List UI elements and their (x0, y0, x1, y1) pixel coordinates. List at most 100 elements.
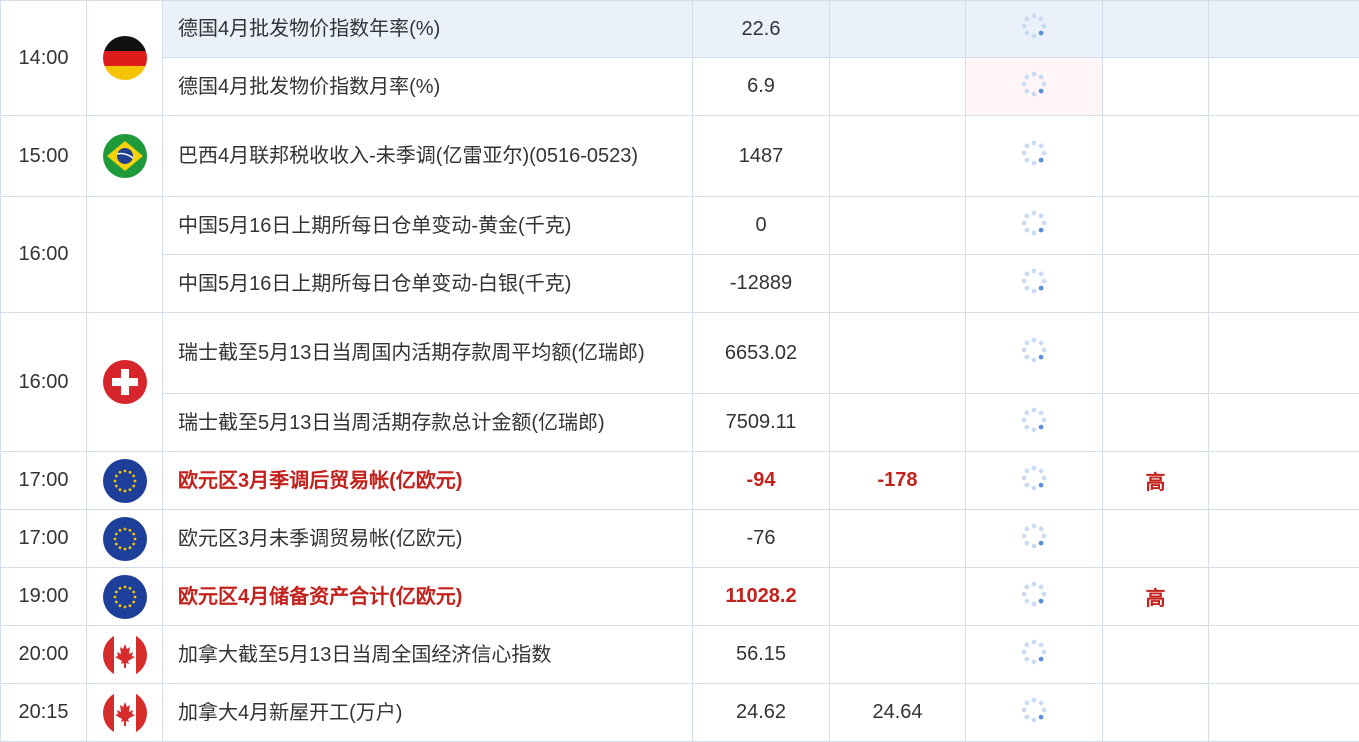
time-cell: 20:00 (1, 626, 87, 684)
extra-cell (1209, 394, 1359, 452)
extra-cell (1209, 116, 1359, 197)
event-name[interactable]: 加拿大截至5月13日当周全国经济信心指数 (163, 626, 693, 684)
importance-cell (1103, 255, 1209, 313)
event-name[interactable]: 欧元区3月季调后贸易帐(亿欧元) (163, 452, 693, 510)
table-row[interactable]: 14:00 德国4月批发物价指数年率(%) 22.6 (1, 1, 1359, 58)
table-row[interactable]: 15:00 巴西4月联邦税收收入-未季调(亿雷亚尔)(0516-0523) 14… (1, 116, 1359, 197)
event-name[interactable]: 巴西4月联邦税收收入-未季调(亿雷亚尔)(0516-0523) (163, 116, 693, 197)
event-name[interactable]: 欧元区3月未季调贸易帐(亿欧元) (163, 510, 693, 568)
time-cell: 20:15 (1, 684, 87, 742)
table-row[interactable]: 19:00 欧元区4月储备资产合计(亿欧元) 11028.2 高 (1, 568, 1359, 626)
time-cell: 19:00 (1, 568, 87, 626)
extra-cell (1209, 626, 1359, 684)
flag-cell (87, 197, 163, 313)
importance-cell (1103, 510, 1209, 568)
actual-value-cell (966, 255, 1103, 313)
extra-cell (1209, 313, 1359, 394)
event-name[interactable]: 瑞士截至5月13日当周国内活期存款周平均额(亿瑞郎) (163, 313, 693, 394)
forecast-value (830, 255, 966, 313)
time-cell: 17:00 (1, 452, 87, 510)
extra-cell (1209, 568, 1359, 626)
event-name[interactable]: 瑞士截至5月13日当周活期存款总计金额(亿瑞郎) (163, 394, 693, 452)
event-name[interactable]: 德国4月批发物价指数年率(%) (163, 1, 693, 58)
previous-value: 6.9 (693, 58, 830, 116)
loading-spinner-icon (1020, 336, 1048, 370)
loading-spinner-icon (1020, 267, 1048, 301)
table-row[interactable]: 瑞士截至5月13日当周活期存款总计金额(亿瑞郎) 7509.11 (1, 394, 1359, 452)
previous-value: -76 (693, 510, 830, 568)
flag-cell (87, 116, 163, 197)
forecast-value (830, 313, 966, 394)
forecast-value (830, 626, 966, 684)
previous-value: 0 (693, 197, 830, 255)
importance-badge: 高 (1103, 568, 1209, 626)
flag-cell (87, 1, 163, 116)
table-row[interactable]: 17:00 欧元区3月未季调贸易帐(亿欧元) -76 (1, 510, 1359, 568)
forecast-value (830, 394, 966, 452)
previous-value: 11028.2 (693, 568, 830, 626)
forecast-value: -178 (830, 452, 966, 510)
loading-spinner-icon (1020, 580, 1048, 614)
time-cell: 17:00 (1, 510, 87, 568)
event-name[interactable]: 德国4月批发物价指数月率(%) (163, 58, 693, 116)
actual-value-cell (966, 452, 1103, 510)
importance-cell (1103, 684, 1209, 742)
importance-badge: 高 (1103, 452, 1209, 510)
previous-value: 24.62 (693, 684, 830, 742)
event-name[interactable]: 欧元区4月储备资产合计(亿欧元) (163, 568, 693, 626)
actual-value-cell (966, 1, 1103, 58)
loading-spinner-icon (1020, 209, 1048, 243)
forecast-value (830, 197, 966, 255)
time-cell: 16:00 (1, 313, 87, 452)
importance-cell (1103, 394, 1209, 452)
previous-value: 22.6 (693, 1, 830, 58)
forecast-value (830, 116, 966, 197)
table-row[interactable]: 20:00 加拿大截至5月13日当周全国经济信心指数 56.15 (1, 626, 1359, 684)
event-name[interactable]: 中国5月16日上期所每日仓单变动-黄金(千克) (163, 197, 693, 255)
extra-cell (1209, 684, 1359, 742)
actual-value-cell (966, 568, 1103, 626)
actual-value-cell (966, 313, 1103, 394)
importance-cell (1103, 313, 1209, 394)
flag-cell (87, 313, 163, 452)
canada-flag-icon (103, 691, 147, 735)
previous-value: 7509.11 (693, 394, 830, 452)
event-name[interactable]: 中国5月16日上期所每日仓单变动-白银(千克) (163, 255, 693, 313)
importance-cell (1103, 197, 1209, 255)
extra-cell (1209, 510, 1359, 568)
actual-value-cell (966, 510, 1103, 568)
extra-cell (1209, 197, 1359, 255)
time-cell: 16:00 (1, 197, 87, 313)
eu-flag-icon (103, 517, 147, 561)
extra-cell (1209, 58, 1359, 116)
previous-value: -12889 (693, 255, 830, 313)
table-row[interactable]: 16:00 瑞士截至5月13日当周国内活期存款周平均额(亿瑞郎) 6653.02 (1, 313, 1359, 394)
actual-value-cell (966, 684, 1103, 742)
flag-cell (87, 626, 163, 684)
table-row[interactable]: 德国4月批发物价指数月率(%) 6.9 (1, 58, 1359, 116)
forecast-value (830, 568, 966, 626)
table-row[interactable]: 17:00 欧元区3月季调后贸易帐(亿欧元) -94 -178 高 (1, 452, 1359, 510)
previous-value: 1487 (693, 116, 830, 197)
previous-value: 56.15 (693, 626, 830, 684)
loading-spinner-icon (1020, 406, 1048, 440)
forecast-value (830, 1, 966, 58)
forecast-value: 24.64 (830, 684, 966, 742)
previous-value: 6653.02 (693, 313, 830, 394)
eu-flag-icon (103, 459, 147, 503)
importance-cell (1103, 58, 1209, 116)
importance-cell (1103, 116, 1209, 197)
table-row[interactable]: 中国5月16日上期所每日仓单变动-白银(千克) -12889 (1, 255, 1359, 313)
table-row[interactable]: 16:00 中国5月16日上期所每日仓单变动-黄金(千克) 0 (1, 197, 1359, 255)
flag-cell (87, 568, 163, 626)
flag-cell (87, 510, 163, 568)
canada-flag-icon (103, 633, 147, 677)
table-row[interactable]: 20:15 加拿大4月新屋开工(万户) 24.62 24.64 (1, 684, 1359, 742)
event-name[interactable]: 加拿大4月新屋开工(万户) (163, 684, 693, 742)
economic-calendar-table: 14:00 德国4月批发物价指数年率(%) 22.6 德国4月批发物价指数月率(… (0, 0, 1359, 742)
actual-value-cell (966, 394, 1103, 452)
loading-spinner-icon (1020, 70, 1048, 104)
flag-cell (87, 684, 163, 742)
actual-value-cell (966, 197, 1103, 255)
time-cell: 15:00 (1, 116, 87, 197)
